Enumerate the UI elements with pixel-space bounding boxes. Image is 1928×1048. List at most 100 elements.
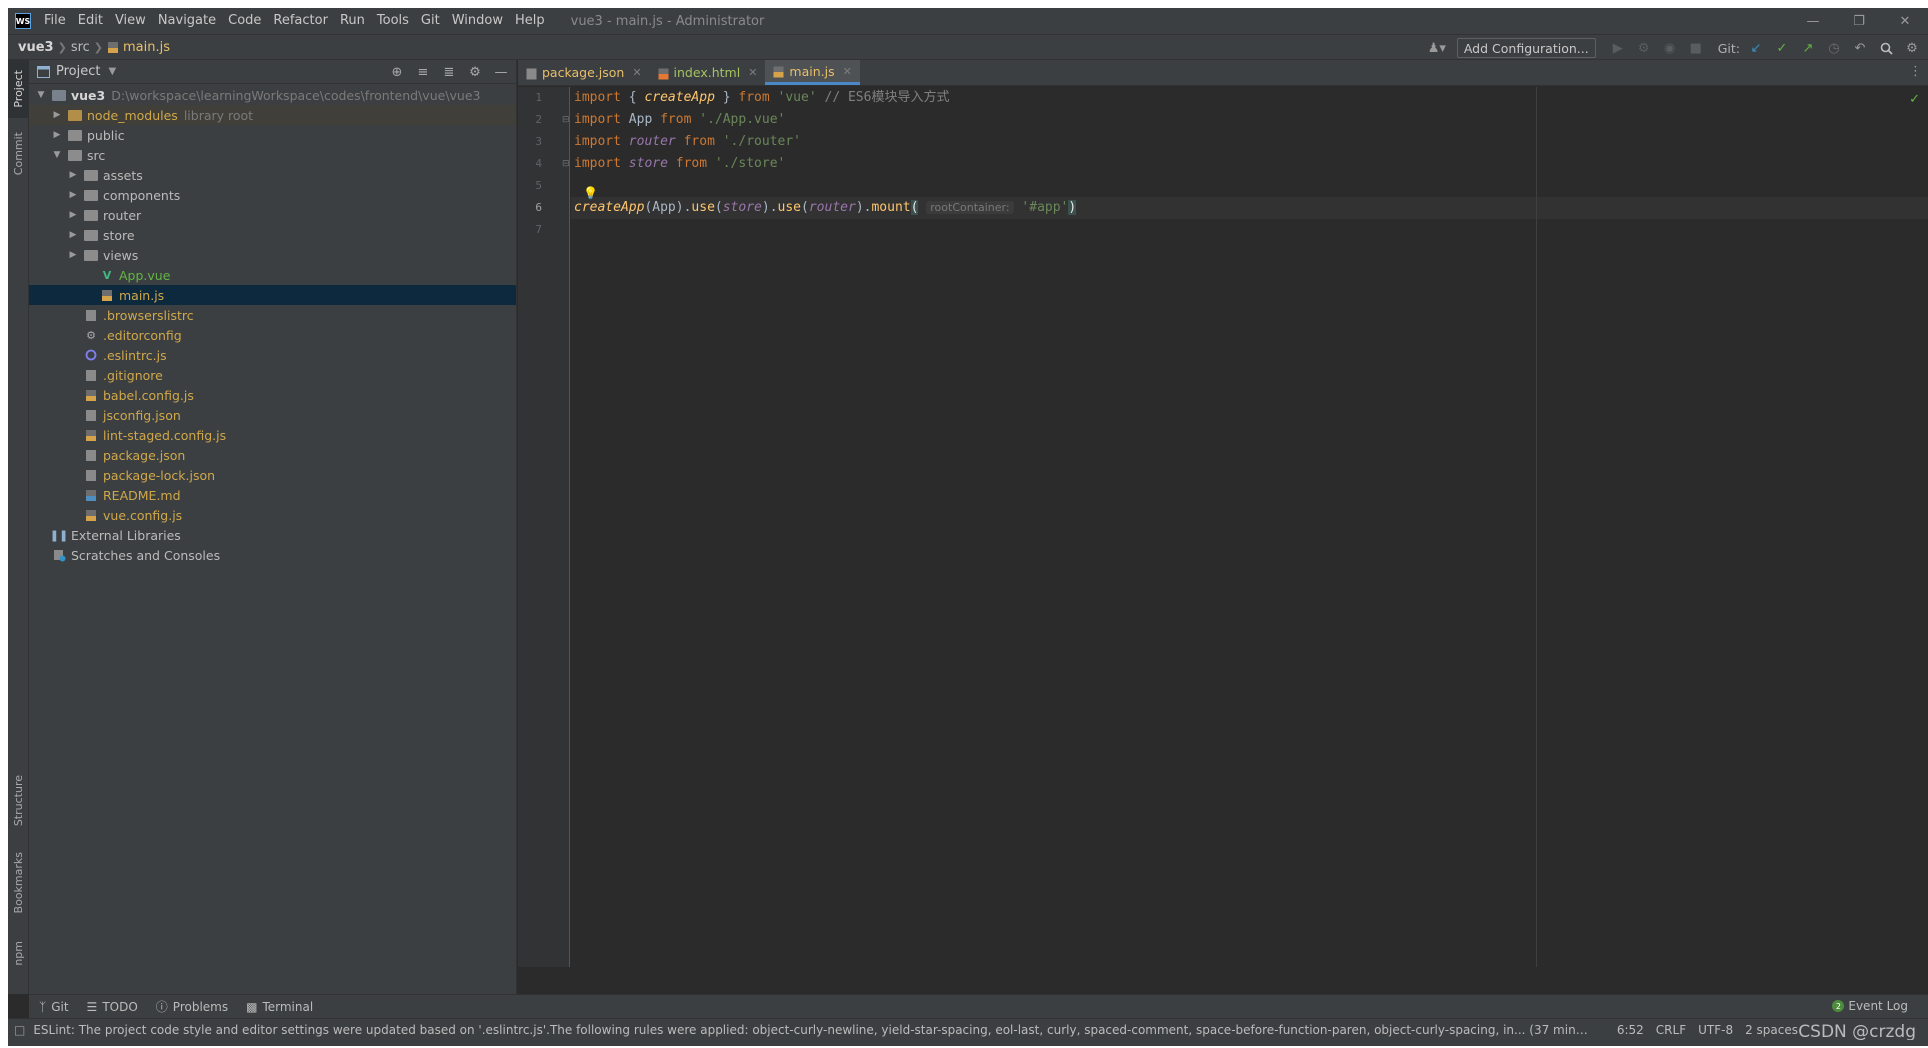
tree-file-lint-staged-config[interactable]: lint-staged.config.js [29,425,516,445]
menu-view[interactable]: View [109,8,152,34]
tree-external-libraries[interactable]: ▶ ❚❚ External Libraries [29,525,516,545]
chevron-right-icon[interactable]: ▶ [67,250,79,260]
tree-scratches[interactable]: ▶ Scratches and Consoles [29,545,516,565]
tree-folder-router[interactable]: ▶ router [29,205,516,225]
tree-file-editorconfig[interactable]: ⚙ .editorconfig [29,325,516,345]
menu-navigate[interactable]: Navigate [152,8,222,34]
close-tab-icon[interactable]: ✕ [748,66,757,79]
tree-folder-store[interactable]: ▶ store [29,225,516,245]
close-tab-icon[interactable]: ✕ [632,66,641,79]
tab-package-json[interactable]: package.json ✕ [518,60,650,85]
search-icon[interactable] [1874,37,1898,59]
tree-file-main-js[interactable]: main.js [29,285,516,305]
minimize-icon[interactable]: — [1790,8,1836,34]
indent-setting[interactable]: 2 spaces [1745,1023,1798,1037]
menu-tools[interactable]: Tools [371,8,415,34]
tree-node-modules[interactable]: ▶ node_modules library root [29,105,516,125]
menu-help[interactable]: Help [509,8,551,34]
debug-icon[interactable]: ⚙ [1632,37,1656,59]
menu-code[interactable]: Code [222,8,267,34]
code-line-current[interactable]: createApp(App).use(store).use(router).mo… [571,197,1928,219]
run-icon[interactable]: ▶ [1606,37,1630,59]
tree-folder-components[interactable]: ▶ components [29,185,516,205]
tool-tab-commit[interactable]: Commit [8,124,29,184]
tree-folder-assets[interactable]: ▶ assets [29,165,516,185]
tree-root-vue3[interactable]: ▼ vue3 D:\workspace\learningWorkspace\co… [29,85,516,105]
event-log-button[interactable]: 2 Event Log [1832,999,1908,1013]
code-line[interactable] [571,175,1928,197]
breadcrumb-folder[interactable]: src [71,40,90,55]
tool-tab-npm[interactable]: npm [8,930,29,976]
rollback-icon[interactable]: ↶ [1848,37,1872,59]
tool-todo[interactable]: ☰ TODO [87,1000,138,1014]
fold-marker-icon[interactable]: ⊟ [562,159,570,169]
caret-position[interactable]: 6:52 [1617,1023,1644,1037]
status-message[interactable]: ESLint: The project code style and edito… [33,1023,1593,1037]
close-tab-icon[interactable]: ✕ [843,65,852,78]
tab-main-js[interactable]: main.js ✕ [765,60,860,85]
history-icon[interactable]: ◷ [1822,37,1846,59]
tool-git[interactable]: ᛉ Git [39,1000,69,1014]
chevron-right-icon[interactable]: ▶ [51,130,63,140]
tree-file-package-json[interactable]: package.json [29,445,516,465]
coverage-icon[interactable]: ◉ [1658,37,1682,59]
toggle-tool-windows-icon[interactable]: □ [14,1023,25,1037]
menu-git[interactable]: Git [415,8,446,34]
tree-folder-public[interactable]: ▶ public [29,125,516,145]
tree-file-gitignore[interactable]: .gitignore [29,365,516,385]
chevron-right-icon[interactable]: ▶ [67,230,79,240]
tree-file-eslintrc[interactable]: .eslintrc.js [29,345,516,365]
stop-icon[interactable]: ■ [1684,37,1708,59]
tree-file-vue-config[interactable]: vue.config.js [29,505,516,525]
tool-tab-bookmarks[interactable]: Bookmarks [8,844,29,922]
git-update-icon[interactable]: ↙ [1744,37,1768,59]
expand-all-icon[interactable]: ≡ [412,61,434,83]
chevron-right-icon[interactable]: ▶ [51,110,63,120]
code-line[interactable]: import App from './App.vue' [571,109,1928,131]
chevron-right-icon[interactable]: ▶ [67,210,79,220]
git-commit-icon[interactable]: ✓ [1770,37,1794,59]
chevron-down-icon[interactable]: ▼ [51,150,63,160]
tree-file-readme[interactable]: README.md [29,485,516,505]
project-view-selector[interactable]: Project [56,64,100,79]
chevron-right-icon[interactable]: ▶ [67,190,79,200]
menu-edit[interactable]: Edit [72,8,109,34]
chevron-down-icon[interactable]: ▼ [35,90,47,100]
tree-folder-views[interactable]: ▶ views [29,245,516,265]
tool-tab-structure[interactable]: Structure [8,766,29,836]
tool-tab-project[interactable]: Project [8,60,29,118]
code-line[interactable]: import store from './store' [571,153,1928,175]
code-editor[interactable]: import { createApp } from 'vue' // ES6模块… [571,87,1928,967]
menu-run[interactable]: Run [334,8,371,34]
close-icon[interactable]: ✕ [1882,8,1928,34]
code-line[interactable] [571,219,1928,241]
user-icon[interactable]: ♟▾ [1425,37,1449,59]
tab-index-html[interactable]: index.html ✕ [650,60,766,85]
tabs-more-icon[interactable]: ⋮ [1909,64,1922,79]
git-push-icon[interactable]: ↗ [1796,37,1820,59]
locate-file-icon[interactable]: ⊕ [386,61,408,83]
inspection-ok-icon[interactable]: ✓ [1909,92,1920,107]
tree-file-app-vue[interactable]: V App.vue [29,265,516,285]
chevron-right-icon[interactable]: ▶ [67,170,79,180]
file-encoding[interactable]: UTF-8 [1698,1023,1733,1037]
tree-file-browserslistrc[interactable]: .browserslistrc [29,305,516,325]
add-configuration-button[interactable]: Add Configuration... [1456,38,1596,58]
code-line[interactable]: import router from './router' [571,131,1928,153]
tree-file-package-lock[interactable]: package-lock.json [29,465,516,485]
breadcrumb-file[interactable]: main.js [123,40,170,55]
restore-icon[interactable]: ❐ [1836,8,1882,34]
settings-gear-icon[interactable]: ⚙ [1900,37,1924,59]
lightbulb-icon[interactable]: 💡 [583,186,598,200]
breadcrumb-project[interactable]: vue3 [18,40,54,55]
chevron-down-icon[interactable]: ▼ [108,66,116,77]
panel-settings-icon[interactable]: ⚙ [464,61,486,83]
collapse-all-icon[interactable]: ≣ [438,61,460,83]
menu-file[interactable]: File [38,8,72,34]
tree-folder-src[interactable]: ▼ src [29,145,516,165]
tree-file-jsconfig[interactable]: jsconfig.json [29,405,516,425]
menu-window[interactable]: Window [446,8,509,34]
tool-terminal[interactable]: ▩ Terminal [246,1000,313,1014]
code-line[interactable]: import { createApp } from 'vue' // ES6模块… [571,87,1928,109]
tree-file-babel-config[interactable]: babel.config.js [29,385,516,405]
